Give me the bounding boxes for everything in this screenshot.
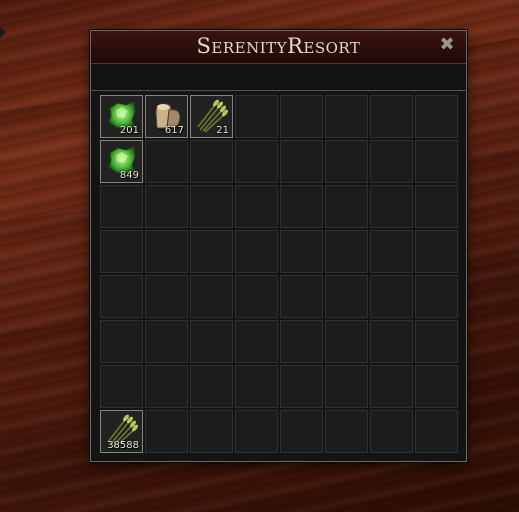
inventory-slot[interactable] [415, 275, 458, 318]
toolbar-strip [91, 64, 466, 91]
inventory-slot[interactable] [145, 410, 188, 453]
inventory-slot[interactable] [145, 275, 188, 318]
inventory-slot[interactable] [325, 140, 368, 183]
inventory-slot[interactable] [100, 185, 143, 228]
inventory-slot[interactable] [235, 275, 278, 318]
inventory-slot[interactable] [415, 320, 458, 363]
inventory-slot[interactable] [190, 275, 233, 318]
inventory-slot[interactable] [235, 230, 278, 273]
item-quantity: 21 [216, 125, 229, 136]
inventory-slot[interactable]: 617 [145, 95, 188, 138]
inventory-slot[interactable] [190, 230, 233, 273]
inventory-slot[interactable] [325, 185, 368, 228]
inventory-slot[interactable] [100, 275, 143, 318]
inventory-window: SerenityResort ✖ 201 617 21 849 38588 [90, 30, 467, 462]
inventory-slot[interactable] [235, 185, 278, 228]
inventory-slot[interactable] [325, 95, 368, 138]
inventory-slot[interactable] [370, 410, 413, 453]
inventory-slot[interactable] [370, 185, 413, 228]
inventory-slot[interactable] [190, 410, 233, 453]
inventory-slot[interactable] [415, 95, 458, 138]
leaf-icon [0, 27, 6, 38]
inventory-slot[interactable] [190, 185, 233, 228]
window-title: SerenityResort [196, 34, 361, 58]
inventory-slot[interactable] [100, 230, 143, 273]
item-quantity: 38588 [107, 440, 139, 451]
inventory-slot[interactable] [370, 230, 413, 273]
inventory-slot[interactable] [145, 230, 188, 273]
inventory-slot[interactable] [280, 95, 323, 138]
item-quantity: 849 [119, 170, 139, 181]
inventory-slot[interactable] [235, 410, 278, 453]
inventory-slot[interactable] [235, 365, 278, 408]
inventory-grid: 201 617 21 849 38588 [100, 95, 458, 453]
inventory-slot[interactable] [190, 365, 233, 408]
inventory-slot[interactable]: 21 [190, 95, 233, 138]
item-quantity: 201 [119, 125, 139, 136]
inventory-slot[interactable] [325, 320, 368, 363]
inventory-slot[interactable]: 201 [100, 95, 143, 138]
inventory-slot[interactable] [280, 140, 323, 183]
inventory-slot[interactable] [280, 275, 323, 318]
inventory-slot[interactable] [370, 95, 413, 138]
inventory-slot[interactable] [370, 365, 413, 408]
close-icon[interactable]: ✖ [438, 36, 456, 54]
inventory-slot[interactable]: 38588 [100, 410, 143, 453]
inventory-slot[interactable] [415, 185, 458, 228]
item-quantity: 617 [164, 125, 184, 136]
inventory-slot[interactable] [415, 365, 458, 408]
inventory-slot[interactable] [325, 275, 368, 318]
inventory-slot[interactable] [280, 320, 323, 363]
inventory-slot[interactable] [190, 320, 233, 363]
inventory-slot[interactable] [325, 230, 368, 273]
inventory-slot[interactable] [100, 320, 143, 363]
inventory-slot[interactable] [280, 410, 323, 453]
inventory-slot[interactable] [415, 140, 458, 183]
inventory-slot[interactable] [370, 320, 413, 363]
inventory-slot[interactable] [415, 410, 458, 453]
inventory-slot[interactable] [235, 320, 278, 363]
inventory-slot[interactable] [280, 365, 323, 408]
inventory-slot[interactable] [100, 365, 143, 408]
inventory-slot[interactable] [370, 140, 413, 183]
inventory-slot[interactable] [415, 230, 458, 273]
title-bar[interactable]: SerenityResort ✖ [91, 31, 466, 64]
inventory-slot[interactable] [325, 410, 368, 453]
inventory-slot[interactable] [280, 230, 323, 273]
inventory-slot[interactable] [235, 95, 278, 138]
inventory-slot[interactable] [145, 185, 188, 228]
inventory-slot[interactable] [325, 365, 368, 408]
inventory-slot[interactable] [235, 140, 278, 183]
inventory-slot[interactable] [370, 275, 413, 318]
inventory-slot[interactable] [145, 140, 188, 183]
inventory-slot[interactable] [190, 140, 233, 183]
inventory-slot[interactable] [145, 365, 188, 408]
inventory-slot[interactable]: 849 [100, 140, 143, 183]
inventory-slot[interactable] [280, 185, 323, 228]
inventory-slot[interactable] [145, 320, 188, 363]
